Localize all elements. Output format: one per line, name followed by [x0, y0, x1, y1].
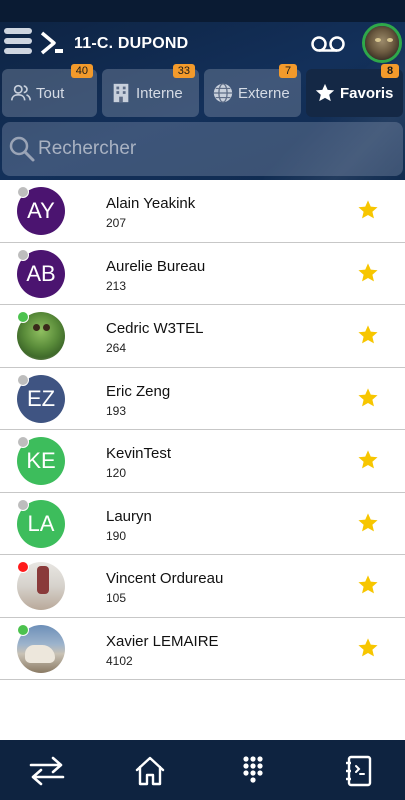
dialpad-icon[interactable] — [233, 754, 273, 788]
favorite-star-icon[interactable] — [357, 324, 379, 346]
status-strip — [0, 0, 405, 22]
contact-extension: 207 — [106, 216, 127, 230]
user-avatar[interactable] — [362, 23, 402, 63]
top-header: 11-C. DUPOND Tout 40 Interne 33 Externe … — [0, 0, 405, 180]
contact-extension: 213 — [106, 278, 127, 293]
presence-indicator — [17, 561, 29, 573]
contact-name: KevinTest — [106, 445, 172, 462]
favorite-star-icon[interactable] — [357, 512, 379, 534]
contact-name: Alain Yeakink — [106, 195, 196, 212]
contact-extension: 120 — [106, 466, 127, 480]
hamburger-menu-icon[interactable] — [4, 28, 32, 58]
favorites-list: AY Alain Yeakink 207 AB Aurelie Bureau 2… — [0, 180, 405, 680]
favorite-star-icon[interactable] — [357, 449, 379, 471]
account-name: 11-C. DUPOND — [74, 35, 189, 52]
list-item[interactable]: Vincent Ordureau 105 — [0, 555, 405, 618]
search-input[interactable] — [38, 134, 388, 164]
contact-extension: 190 — [106, 528, 127, 543]
people-icon — [11, 84, 31, 101]
favorite-star-icon[interactable] — [357, 574, 379, 596]
filter-tabs: Tout 40 Interne 33 Externe 7 Favoris 8 — [0, 63, 405, 119]
count-badge: 7 — [279, 64, 297, 78]
count-badge: 8 — [381, 64, 399, 78]
globe-icon — [213, 83, 233, 103]
tab-favoris[interactable]: Favoris 8 — [306, 64, 403, 117]
contact-name: Xavier LEMAIRE — [106, 632, 219, 650]
bottom-navigation — [0, 740, 405, 800]
star-icon — [315, 83, 335, 102]
list-item[interactable]: EZ Eric Zeng 193 — [0, 367, 405, 430]
list-item[interactable]: Xavier LEMAIRE 4102 — [0, 617, 405, 680]
favorite-star-icon[interactable] — [357, 262, 379, 284]
tab-interne[interactable]: Interne 33 — [102, 64, 199, 117]
presence-indicator — [17, 373, 29, 386]
list-item[interactable]: Cedric W3TEL 264 — [0, 305, 405, 368]
search-icon — [9, 136, 35, 162]
search-bar — [2, 122, 403, 176]
tab-label: Tout — [36, 85, 65, 102]
list-item[interactable]: AY Alain Yeakink 207 — [0, 180, 405, 243]
tab-label: Externe — [238, 85, 290, 102]
contact-extension: 105 — [106, 591, 127, 605]
list-item[interactable]: LA Lauryn 190 — [0, 492, 405, 555]
transfer-icon[interactable] — [27, 754, 67, 788]
favorite-star-icon[interactable] — [357, 199, 379, 221]
home-icon[interactable] — [130, 754, 170, 788]
contact-name: Lauryn — [106, 507, 152, 525]
favorite-star-icon[interactable] — [357, 637, 379, 659]
contact-name: Aurelie Bureau — [106, 257, 206, 275]
voicemail-icon[interactable] — [311, 34, 345, 54]
favorite-star-icon[interactable] — [357, 387, 379, 409]
app-logo-icon — [40, 31, 63, 55]
contact-name: Vincent Ordureau — [106, 570, 224, 587]
presence-indicator — [17, 248, 29, 261]
contact-extension: 4102 — [106, 653, 133, 668]
presence-indicator — [17, 623, 29, 636]
presence-indicator — [17, 436, 29, 448]
tab-tout[interactable]: Tout 40 — [2, 64, 97, 117]
presence-indicator — [17, 311, 29, 323]
presence-indicator — [17, 186, 29, 198]
tab-label: Favoris — [340, 85, 394, 102]
contact-extension: 264 — [106, 341, 127, 355]
list-item[interactable]: AB Aurelie Bureau 213 — [0, 242, 405, 305]
count-badge: 40 — [70, 64, 93, 78]
count-badge: 33 — [172, 64, 195, 78]
building-icon — [113, 83, 129, 103]
contact-name: Cedric W3TEL — [106, 320, 204, 337]
contact-extension: 193 — [106, 403, 127, 418]
tab-externe[interactable]: Externe 7 — [204, 64, 301, 117]
header-row: 11-C. DUPOND — [0, 22, 405, 66]
presence-indicator — [17, 498, 29, 511]
contact-name: Eric Zeng — [106, 382, 171, 400]
contacts-book-icon[interactable] — [338, 754, 378, 788]
list-item[interactable]: KE KevinTest 120 — [0, 430, 405, 493]
tab-label: Interne — [136, 85, 183, 102]
